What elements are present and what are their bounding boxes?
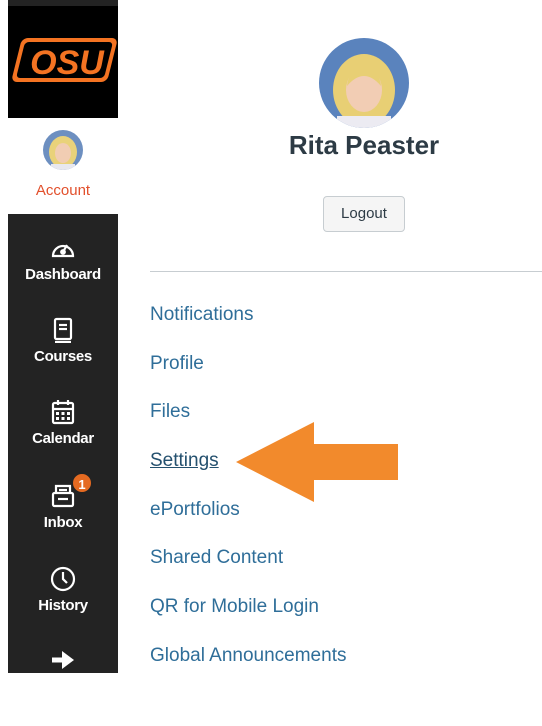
nav-item-logout-arrow[interactable] [8, 644, 118, 726]
nav-item-account[interactable]: Account [8, 118, 118, 214]
link-notifications[interactable]: Notifications [150, 304, 254, 326]
link-eportfolios[interactable]: ePortfolios [150, 499, 240, 521]
link-global-announcements[interactable]: Global Announcements [150, 645, 346, 667]
nav-item-courses[interactable]: Courses [8, 314, 118, 396]
logout-arrow-icon [46, 644, 80, 676]
nav-label-inbox: Inbox [43, 514, 83, 531]
inbox-unread-badge: 1 [71, 472, 93, 494]
nav-label-history: History [38, 597, 88, 614]
nav-item-inbox[interactable]: 1 Inbox [8, 472, 118, 562]
link-files[interactable]: Files [150, 401, 190, 423]
tray-divider [150, 271, 542, 272]
nav-item-calendar[interactable]: Calendar [8, 396, 118, 478]
nav-item-dashboard[interactable]: Dashboard [8, 232, 118, 314]
callout-arrow-icon [236, 422, 398, 502]
nav-label-courses: Courses [34, 348, 92, 365]
global-nav: OSU Account Dashboard Courses Calendar 1… [8, 0, 118, 673]
link-shared-content[interactable]: Shared Content [150, 547, 283, 569]
link-qr-mobile-login[interactable]: QR for Mobile Login [150, 596, 319, 618]
history-icon [46, 563, 80, 595]
dashboard-icon [46, 232, 80, 264]
osu-logo[interactable]: OSU [8, 6, 118, 118]
avatar-small [43, 130, 83, 170]
user-name: Rita Peaster [288, 130, 440, 160]
osu-logo-mark: OSU [12, 38, 117, 82]
nav-label-dashboard: Dashboard [25, 266, 101, 283]
logout-button[interactable]: Logout [323, 196, 405, 232]
account-label: Account [35, 182, 91, 199]
courses-icon [46, 314, 80, 346]
nav-item-history[interactable]: History [8, 563, 118, 645]
calendar-icon [46, 396, 80, 428]
logo-text: OSU [30, 44, 105, 82]
avatar-large [319, 38, 409, 128]
nav-label-calendar: Calendar [32, 430, 94, 447]
link-settings[interactable]: Settings [150, 450, 219, 472]
link-profile[interactable]: Profile [150, 353, 204, 375]
